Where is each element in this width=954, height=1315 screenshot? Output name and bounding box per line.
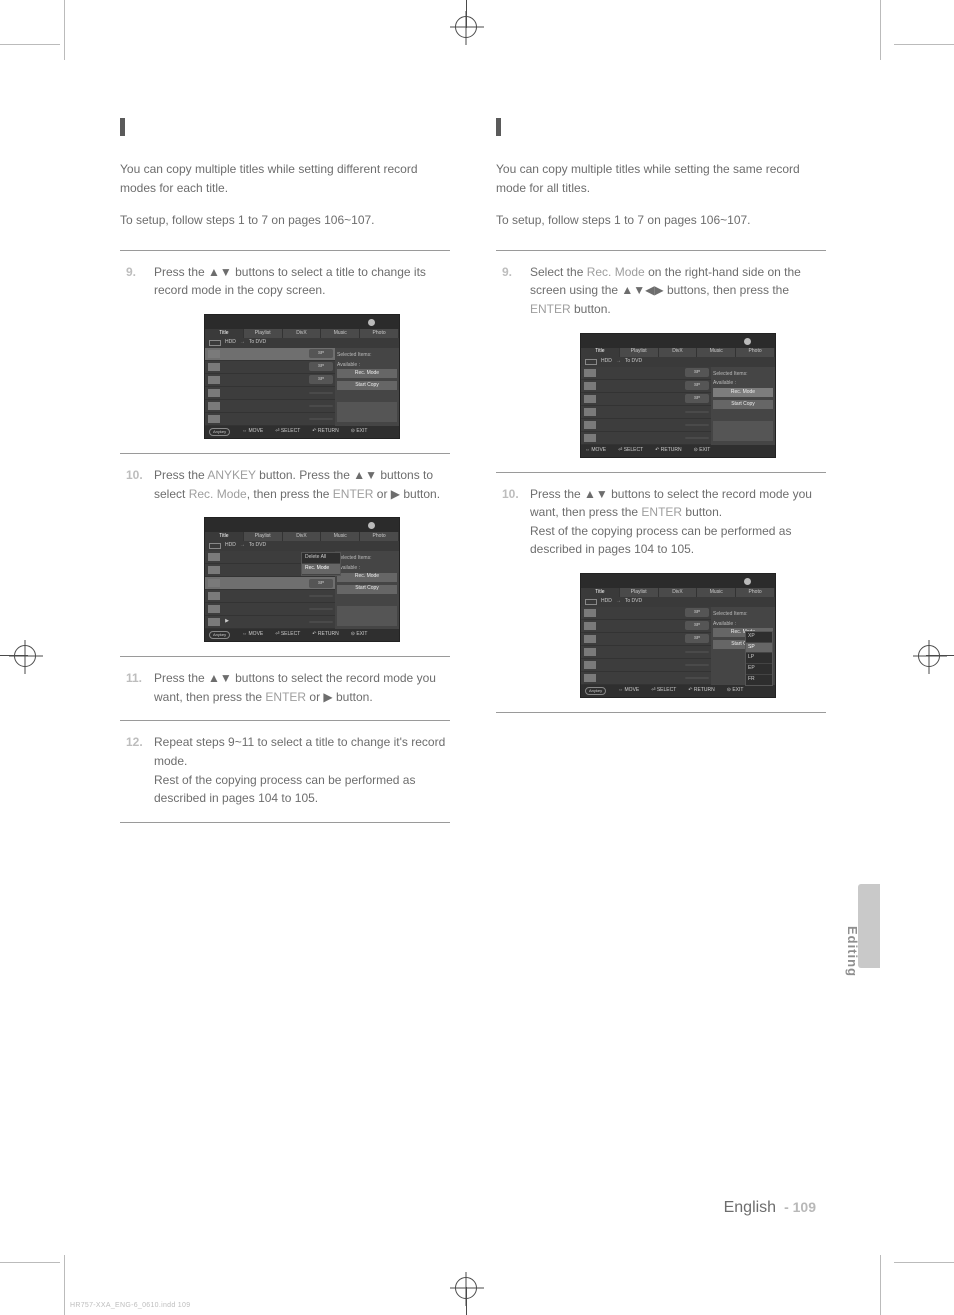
updown-arrows-icon: ▲▼ <box>208 265 232 279</box>
right-section-header: . <box>496 118 826 136</box>
header-bar-icon <box>120 118 125 136</box>
start-copy-button: Start Copy <box>713 400 773 409</box>
step-text: Press the ▲▼ buttons to select a title t… <box>154 265 426 298</box>
disc-icon <box>744 338 751 345</box>
ui-screenshot-2: Title Playlist DivX Music Photo HDD→To D… <box>204 517 400 642</box>
tab-title: Title <box>205 329 244 338</box>
step-number: 9. <box>502 263 512 282</box>
left-step-10: 10. Press the ANYKEY button. Press the ▲… <box>120 466 450 642</box>
process-filename: HR757-XXA_ENG-6_0610.indd 109 <box>70 1302 190 1309</box>
step-text: Select the Rec. Mode on the right-hand s… <box>530 265 801 316</box>
start-copy-button: Start Copy <box>337 381 397 390</box>
step-number: 11. <box>126 669 142 688</box>
separator <box>120 656 450 657</box>
chapter-tab: Editing <box>858 884 880 968</box>
step-text: Press the ▲▼ buttons to select the recor… <box>530 487 812 520</box>
disc-icon <box>368 522 375 529</box>
right-arrow-icon: ▶ <box>391 487 400 501</box>
left-section-header: . <box>120 118 450 136</box>
left-step-12: 12. Repeat steps 9~11 to select a title … <box>120 733 450 807</box>
step-text: Press the ▲▼ buttons to select the recor… <box>154 671 436 704</box>
updown-arrows-icon: ▲▼ <box>208 671 232 685</box>
step-number: 12. <box>126 733 143 752</box>
popup-menu: Delete All Rec. Mode <box>301 552 341 576</box>
separator <box>120 720 450 721</box>
step-text: Press the ANYKEY button. Press the ▲▼ bu… <box>154 468 440 501</box>
nav-arrows-icon: ▲▼◀▶ <box>621 283 663 297</box>
step-number: 10. <box>502 485 519 504</box>
right-column: . You can copy multiple titles while set… <box>496 118 826 835</box>
ui-screenshot-3: Title Playlist DivX Music Photo HDD→To D… <box>580 333 776 458</box>
right-arrow-icon: ▶ <box>323 690 332 704</box>
left-column: . You can copy multiple titles while set… <box>120 118 450 835</box>
step-text: Rest of the copying process can be perfo… <box>154 773 415 806</box>
ui-screenshot-4: Title Playlist DivX Music Photo HDD→To D… <box>580 573 776 698</box>
separator <box>496 712 826 713</box>
separator <box>496 472 826 473</box>
chapter-tab-label: Editing <box>845 926 860 977</box>
step-number: 9. <box>126 263 136 282</box>
ui-screenshot-1: Title Playlist DivX Music Photo HDD→To D… <box>204 314 400 439</box>
footer-page-number: - 109 <box>784 1199 816 1215</box>
page-footer: English - 109 <box>66 1199 880 1217</box>
anykey-icon: Anykey <box>209 631 230 639</box>
right-step-10: 10. Press the ▲▼ buttons to select the r… <box>496 485 826 698</box>
updown-arrows-icon: ▲▼ <box>353 468 377 482</box>
separator <box>120 822 450 823</box>
left-intro-text: You can copy multiple titles while setti… <box>120 160 450 197</box>
separator <box>496 250 826 251</box>
header-bar-icon <box>496 118 501 136</box>
step-text: Rest of the copying process can be perfo… <box>530 524 791 557</box>
separator <box>120 453 450 454</box>
right-setup-text: To setup, follow steps 1 to 7 on pages 1… <box>496 211 826 230</box>
separator <box>120 250 450 251</box>
step-number: 10. <box>126 466 143 485</box>
right-step-9: 9. Select the Rec. Mode on the right-han… <box>496 263 826 458</box>
left-setup-text: To setup, follow steps 1 to 7 on pages 1… <box>120 211 450 230</box>
anykey-icon: Anykey <box>209 428 230 436</box>
updown-arrows-icon: ▲▼ <box>584 487 608 501</box>
left-step-9: 9. Press the ▲▼ buttons to select a titl… <box>120 263 450 439</box>
step-text: Repeat steps 9~11 to select a title to c… <box>154 735 445 768</box>
mode-dropdown: XP SP LP EP FR <box>745 631 773 686</box>
rec-mode-button: Rec. Mode <box>713 388 773 397</box>
disc-icon <box>744 578 751 585</box>
right-intro-text: You can copy multiple titles while setti… <box>496 160 826 197</box>
anykey-icon: Anykey <box>585 687 606 695</box>
disc-icon <box>368 319 375 326</box>
rec-mode-button: Rec. Mode <box>337 369 397 378</box>
left-step-11: 11. Press the ▲▼ buttons to select the r… <box>120 669 450 706</box>
footer-language: English <box>724 1199 776 1217</box>
